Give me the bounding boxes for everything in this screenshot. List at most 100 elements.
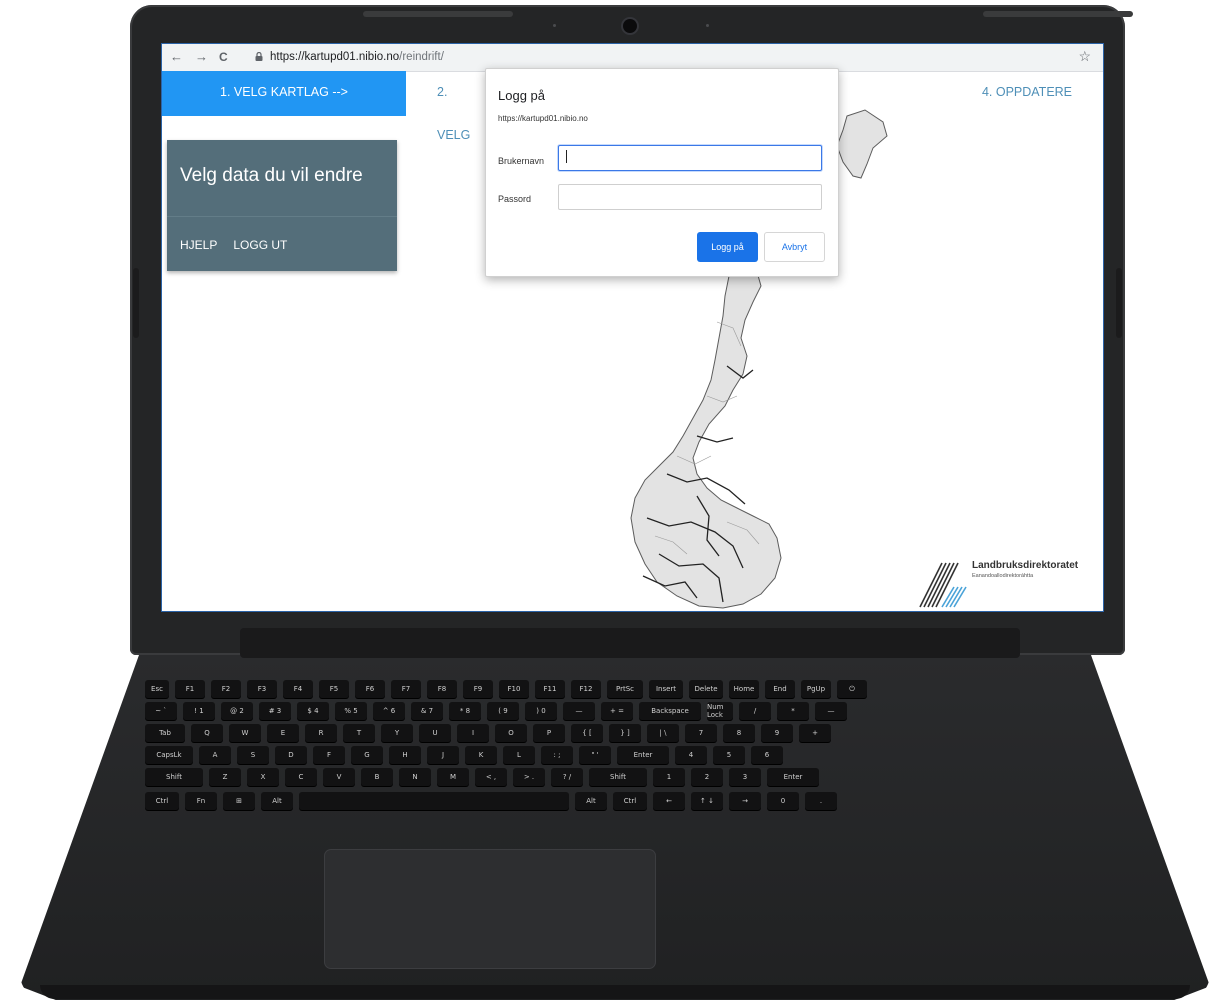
sensor-dot bbox=[706, 24, 709, 27]
key: M bbox=[437, 768, 469, 786]
key: 2 bbox=[691, 768, 723, 786]
logo-subtitle: Eanandoallodirektoráhtta bbox=[972, 573, 1034, 579]
key: Home bbox=[729, 680, 759, 698]
key: / bbox=[739, 702, 771, 720]
key: F7 bbox=[391, 680, 421, 698]
key: 0 bbox=[767, 792, 799, 810]
dialog-title: Logg på bbox=[498, 88, 545, 103]
key: ? / bbox=[551, 768, 583, 786]
key: 5 bbox=[713, 746, 745, 764]
keyboard: Esc F1 F2 F3 F4 F5 F6 F7 F8 F9 F10 F11 F12 PrtSc Inser… bbox=[145, 680, 1105, 825]
key: F12 bbox=[571, 680, 601, 698]
url-path: /reindrift/ bbox=[399, 51, 444, 63]
key: X bbox=[247, 768, 279, 786]
key: Ctrl bbox=[145, 792, 179, 810]
key: . bbox=[805, 792, 837, 810]
logo-stripes-icon bbox=[919, 562, 967, 608]
key bbox=[299, 792, 569, 810]
layer-select-panel: Velg data du vil endre HJELP LOGG UT bbox=[167, 140, 397, 271]
key: { [ bbox=[571, 724, 603, 742]
key: G bbox=[351, 746, 383, 764]
key: ← bbox=[653, 792, 685, 810]
webcam-icon bbox=[623, 19, 637, 33]
key: PgUp bbox=[801, 680, 831, 698]
text-caret bbox=[566, 150, 567, 163]
username-label: Brukernavn bbox=[498, 156, 545, 166]
key: Enter bbox=[767, 768, 819, 786]
key: → bbox=[729, 792, 761, 810]
bookmark-star-icon[interactable]: ☆ bbox=[1078, 48, 1091, 65]
key: Num Lock bbox=[707, 702, 733, 720]
key: Esc bbox=[145, 680, 169, 698]
key: * 8 bbox=[449, 702, 481, 720]
sensor-dot bbox=[553, 24, 556, 27]
key: F3 bbox=[247, 680, 277, 698]
key: + = bbox=[601, 702, 633, 720]
lock-icon bbox=[255, 52, 263, 61]
step-4-oppdatere[interactable]: 4. OPPDATERE bbox=[957, 71, 1097, 116]
key: O bbox=[495, 724, 527, 742]
login-dialog: Logg på https://kartupd01.nibio.no Bruke… bbox=[485, 68, 839, 277]
back-arrow-icon[interactable]: ← bbox=[170, 49, 183, 64]
key: A bbox=[199, 746, 231, 764]
key: R bbox=[305, 724, 337, 742]
key: Tab bbox=[145, 724, 185, 742]
key: L bbox=[503, 746, 535, 764]
laptop-screen: ← → C https://kartupd01.nibio.no/reindri… bbox=[161, 43, 1104, 612]
address-bar[interactable]: https://kartupd01.nibio.no/reindrift/ bbox=[270, 51, 444, 63]
key: | \ bbox=[647, 724, 679, 742]
login-button[interactable]: Logg på bbox=[697, 232, 758, 262]
password-input[interactable] bbox=[558, 184, 822, 210]
key: S bbox=[237, 746, 269, 764]
key: Fn bbox=[185, 792, 217, 810]
key: Y bbox=[381, 724, 413, 742]
key: ⏻ bbox=[837, 680, 867, 698]
key: E bbox=[267, 724, 299, 742]
key: Alt bbox=[261, 792, 293, 810]
key: 7 bbox=[685, 724, 717, 742]
key: " ' bbox=[579, 746, 611, 764]
key: 3 bbox=[729, 768, 761, 786]
key: F9 bbox=[463, 680, 493, 698]
key: > . bbox=[513, 768, 545, 786]
key: # 3 bbox=[259, 702, 291, 720]
key: F8 bbox=[427, 680, 457, 698]
username-input[interactable] bbox=[558, 145, 822, 171]
lid-bumper-left bbox=[133, 268, 139, 338]
panel-divider bbox=[167, 216, 397, 217]
logout-link[interactable]: LOGG UT bbox=[233, 238, 287, 252]
key: ) 0 bbox=[525, 702, 557, 720]
key: F2 bbox=[211, 680, 241, 698]
key: F4 bbox=[283, 680, 313, 698]
key: F5 bbox=[319, 680, 349, 698]
key: U bbox=[419, 724, 451, 742]
lid-notch-right bbox=[983, 11, 1133, 17]
key: Q bbox=[191, 724, 223, 742]
password-label: Passord bbox=[498, 194, 532, 204]
key: N bbox=[399, 768, 431, 786]
key: : ; bbox=[541, 746, 573, 764]
step-2-velg[interactable]: 2. VELG bbox=[437, 71, 477, 142]
cancel-button[interactable]: Avbryt bbox=[764, 232, 825, 262]
key: T bbox=[343, 724, 375, 742]
step-1-velg-kartlag[interactable]: 1. VELG KARTLAG --> bbox=[162, 71, 406, 116]
key: F6 bbox=[355, 680, 385, 698]
forward-arrow-icon[interactable]: → bbox=[195, 49, 208, 64]
touchpad bbox=[325, 850, 655, 968]
key: F1 bbox=[175, 680, 205, 698]
key: CapsLk bbox=[145, 746, 193, 764]
key: Delete bbox=[689, 680, 723, 698]
key: Backspace bbox=[639, 702, 701, 720]
panel-title: Velg data du vil endre bbox=[180, 165, 363, 186]
key: ⊞ bbox=[223, 792, 255, 810]
help-link[interactable]: HJELP bbox=[180, 238, 217, 252]
key: W bbox=[229, 724, 261, 742]
key: Ctrl bbox=[613, 792, 647, 810]
key: — bbox=[815, 702, 847, 720]
key: % 5 bbox=[335, 702, 367, 720]
key: K bbox=[465, 746, 497, 764]
key: F10 bbox=[499, 680, 529, 698]
reload-icon[interactable]: C bbox=[219, 50, 228, 64]
key: ! 1 bbox=[183, 702, 215, 720]
key: H bbox=[389, 746, 421, 764]
